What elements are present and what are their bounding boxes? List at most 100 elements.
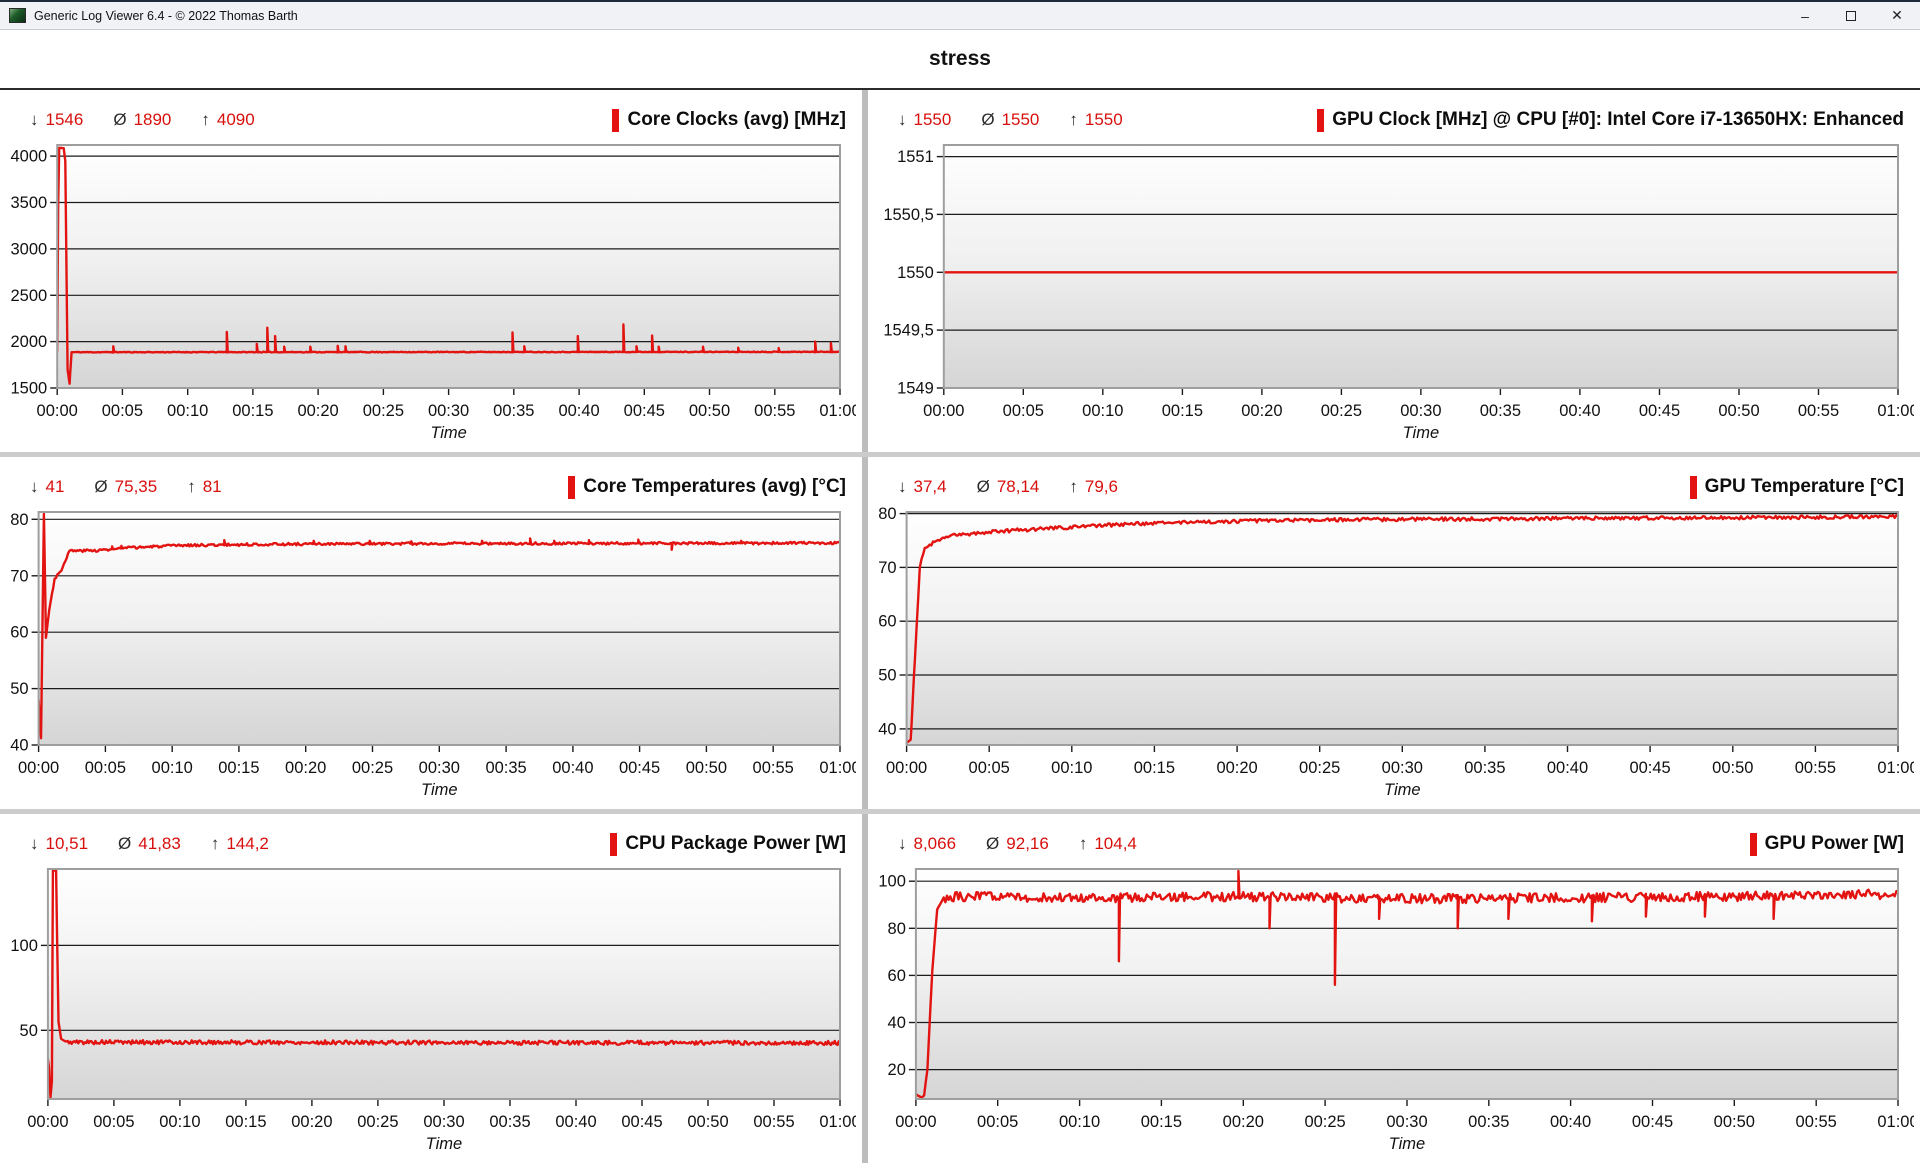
app-icon [9, 8, 26, 23]
svg-text:00:50: 00:50 [686, 759, 727, 777]
chart-plot-gpu-power[interactable]: 2040608010000:0000:0500:1000:1500:2000:2… [872, 862, 1914, 1155]
window-titlebar: Generic Log Viewer 6.4 - © 2022 Thomas B… [0, 0, 1920, 30]
chart-plot-core-clocks[interactable]: 15002000250030003500400000:0000:0500:100… [4, 138, 856, 444]
chart-plot-gpu-clock[interactable]: 15491549,515501550,5155100:0000:0500:100… [872, 138, 1914, 444]
max-arrow-icon: ↑ [1079, 834, 1088, 854]
svg-text:01:00: 01:00 [819, 1113, 856, 1131]
min-arrow-icon: ↓ [898, 834, 907, 854]
svg-text:50: 50 [878, 667, 896, 685]
svg-text:Time: Time [1384, 781, 1421, 799]
svg-text:Time: Time [1389, 1135, 1426, 1153]
svg-text:00:30: 00:30 [1386, 1113, 1427, 1131]
svg-text:00:15: 00:15 [1162, 402, 1203, 420]
avg-icon: Ø [977, 477, 990, 497]
maximize-button[interactable] [1828, 2, 1874, 29]
svg-text:00:20: 00:20 [291, 1113, 332, 1131]
svg-text:1549,5: 1549,5 [883, 322, 933, 340]
column-divider [862, 90, 868, 1163]
svg-text:00:05: 00:05 [977, 1113, 1018, 1131]
page-title: stress [929, 47, 991, 71]
svg-text:00:25: 00:25 [1304, 1113, 1345, 1131]
svg-text:40: 40 [878, 720, 896, 738]
stat-min: 10,51 [46, 834, 89, 854]
svg-text:1551: 1551 [897, 148, 934, 166]
chart-grid: ↓1546 Ø1890 ↑4090 Core Clocks (avg) [MHz… [0, 90, 1920, 1163]
chart-stats: ↓10,51 Ø41,83 ↑144,2 [30, 834, 269, 854]
chart-title: GPU Power [W] [1765, 833, 1904, 855]
svg-text:80: 80 [10, 511, 28, 529]
avg-icon: Ø [94, 477, 107, 497]
svg-text:00:00: 00:00 [923, 402, 964, 420]
svg-text:00:25: 00:25 [352, 759, 393, 777]
svg-text:00:10: 00:10 [1059, 1113, 1100, 1131]
stat-min: 41 [46, 477, 65, 497]
svg-text:00:50: 00:50 [1714, 1113, 1755, 1131]
svg-text:00:45: 00:45 [1632, 1113, 1673, 1131]
max-arrow-icon: ↑ [1069, 110, 1078, 130]
svg-text:60: 60 [878, 613, 896, 631]
svg-text:40: 40 [888, 1014, 906, 1032]
chart-plot-core-temperatures[interactable]: 405060708000:0000:0500:1000:1500:2000:25… [4, 505, 856, 801]
chart-title: GPU Clock [MHz] @ CPU [#0]: Intel Core i… [1332, 109, 1904, 131]
chart-panel-gpu-temperature: ↓37,4 Ø78,14 ↑79,6 GPU Temperature [°C] … [868, 457, 1920, 809]
svg-text:00:05: 00:05 [1003, 402, 1044, 420]
minimize-button[interactable]: – [1782, 2, 1828, 29]
series-color-marker [568, 476, 575, 499]
svg-text:00:40: 00:40 [1559, 402, 1600, 420]
chart-panel-cpu-package-power: ↓10,51 Ø41,83 ↑144,2 CPU Package Power [… [0, 814, 862, 1163]
max-arrow-icon: ↑ [211, 834, 220, 854]
stat-avg: 1550 [1002, 110, 1040, 130]
svg-text:00:30: 00:30 [419, 759, 460, 777]
svg-text:01:00: 01:00 [819, 402, 856, 420]
min-arrow-icon: ↓ [898, 110, 907, 130]
svg-text:01:00: 01:00 [1877, 402, 1914, 420]
svg-text:00:35: 00:35 [1468, 1113, 1509, 1131]
svg-text:00:15: 00:15 [232, 402, 273, 420]
series-color-marker [610, 833, 617, 856]
svg-text:00:45: 00:45 [621, 1113, 662, 1131]
svg-text:00:45: 00:45 [1629, 759, 1670, 777]
svg-text:50: 50 [10, 680, 28, 698]
svg-text:80: 80 [888, 920, 906, 938]
svg-text:00:05: 00:05 [969, 759, 1010, 777]
svg-text:00:10: 00:10 [1082, 402, 1123, 420]
svg-text:01:00: 01:00 [1877, 759, 1914, 777]
stat-max: 1550 [1085, 110, 1123, 130]
svg-text:00:40: 00:40 [552, 759, 593, 777]
svg-text:Time: Time [430, 424, 467, 442]
chart-stats: ↓37,4 Ø78,14 ↑79,6 [898, 477, 1118, 497]
svg-text:00:15: 00:15 [1141, 1113, 1182, 1131]
stat-max: 81 [203, 477, 222, 497]
svg-text:00:55: 00:55 [1796, 1113, 1837, 1131]
log-header: stress [0, 30, 1920, 90]
stat-avg: 75,35 [115, 477, 158, 497]
svg-text:00:45: 00:45 [1639, 402, 1680, 420]
svg-text:00:40: 00:40 [1550, 1113, 1591, 1131]
svg-text:00:25: 00:25 [1299, 759, 1340, 777]
min-arrow-icon: ↓ [30, 477, 39, 497]
svg-text:20: 20 [888, 1061, 906, 1079]
close-button[interactable]: ✕ [1874, 2, 1920, 29]
chart-title: Core Temperatures (avg) [°C] [583, 476, 846, 498]
chart-stats: ↓1546 Ø1890 ↑4090 [30, 110, 255, 130]
chart-title: Core Clocks (avg) [MHz] [627, 109, 846, 131]
series-color-marker [1750, 833, 1757, 856]
svg-text:00:20: 00:20 [1241, 402, 1282, 420]
svg-text:00:10: 00:10 [1051, 759, 1092, 777]
svg-text:00:05: 00:05 [85, 759, 126, 777]
row-divider [0, 809, 1920, 814]
svg-text:00:00: 00:00 [37, 402, 78, 420]
svg-text:2500: 2500 [10, 287, 47, 305]
svg-text:100: 100 [10, 937, 38, 955]
chart-plot-gpu-temperature[interactable]: 405060708000:0000:0500:1000:1500:2000:25… [872, 505, 1914, 801]
chart-plot-cpu-package-power[interactable]: 5010000:0000:0500:1000:1500:2000:2500:30… [4, 862, 856, 1155]
min-arrow-icon: ↓ [30, 110, 39, 130]
svg-text:00:15: 00:15 [218, 759, 259, 777]
svg-text:Time: Time [426, 1135, 463, 1153]
svg-text:00:20: 00:20 [1216, 759, 1257, 777]
svg-text:80: 80 [878, 505, 896, 523]
max-arrow-icon: ↑ [201, 110, 210, 130]
svg-text:00:50: 00:50 [687, 1113, 728, 1131]
svg-text:00:25: 00:25 [363, 402, 404, 420]
chart-panel-gpu-clock: ↓1550 Ø1550 ↑1550 GPU Clock [MHz] @ CPU … [868, 90, 1920, 452]
